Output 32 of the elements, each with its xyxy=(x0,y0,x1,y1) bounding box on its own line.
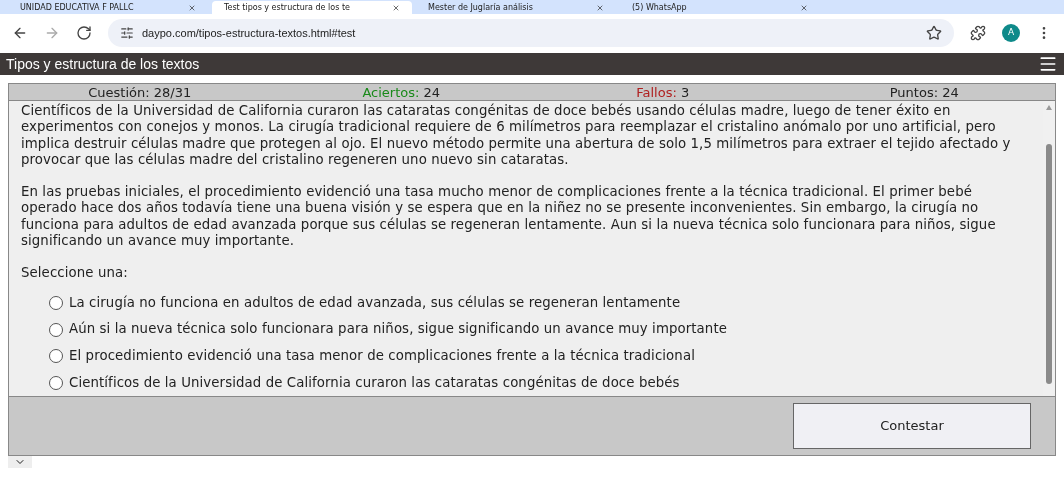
answer-option[interactable]: La cirugía no funciona en adultos de edad avanzada, sus células se regeneran lentamente xyxy=(21,289,681,317)
answer-option[interactable]: Científicos de la Universidad de California curaron las cataratas congénitas de doce bebés xyxy=(21,369,680,396)
radio-button[interactable] xyxy=(49,349,63,364)
close-icon[interactable] xyxy=(392,3,400,12)
menu-icon[interactable] xyxy=(1038,54,1058,74)
back-icon[interactable] xyxy=(12,25,28,41)
site-settings-icon[interactable] xyxy=(120,26,134,40)
score-stat: Fallos: 3 xyxy=(635,84,691,101)
answer-option[interactable]: El procedimiento evidenció una tasa menor de complicaciones frente a la técnica tradicional xyxy=(21,342,695,370)
score-stat: Cuestión: 28/31 xyxy=(87,84,193,101)
submit-button[interactable]: Contestar xyxy=(793,403,1031,449)
extensions-icon[interactable] xyxy=(970,25,986,41)
reload-icon[interactable] xyxy=(76,25,92,41)
answer-option[interactable]: Aún si la nueva técnica solo funcionara para niños, sigue significando un avance muy importante xyxy=(21,316,727,343)
radio-button[interactable] xyxy=(49,295,63,310)
close-icon[interactable] xyxy=(800,3,808,12)
close-icon[interactable] xyxy=(596,3,604,12)
close-icon[interactable] xyxy=(188,3,196,12)
question-paragraph: En las pruebas iniciales, el procedimiento evidenció una tasa mucho menor de complicaciones frente a la técnica tradicional. El primer bebé operado hace dos años todavía tiene una buena visión y se espera que en la niñez no se presente inconvenientes. Sin embargo, la cirugía no funciona para adultos de edad avanzada porque sus células se regeneran lentamente. Aun si la nueva técnica solo funcionara para niños, sigue significando un avance muy importante. xyxy=(21,184,997,250)
collapse-tab[interactable] xyxy=(8,456,32,468)
select-prompt: Seleccione una: xyxy=(21,265,129,282)
score-stat: Aciertos: 24 xyxy=(361,84,442,101)
profile-avatar[interactable]: A xyxy=(1002,24,1020,42)
url-text: daypo.com/tipos-estructura-textos.html#test xyxy=(142,25,357,41)
address-bar[interactable]: daypo.com/tipos-estructura-textos.html#test xyxy=(108,19,954,47)
radio-button[interactable] xyxy=(49,375,63,390)
browser-tab[interactable]: Test tipos y estructura de los te xyxy=(212,1,412,14)
bookmark-star-icon[interactable] xyxy=(926,25,942,41)
score-stat: Puntos: 24 xyxy=(888,84,960,101)
page-title: Tipos y estructura de los textos xyxy=(6,54,200,74)
radio-button[interactable] xyxy=(49,322,63,337)
question-paragraph: Científicos de la Universidad de California curaron las cataratas congénitas de doce bebés usando células madre, luego de tener éxito en experimentos con conejos y monos. La cirugía tradicional requiere de 6 milímetros para reemplazar el cristalino anómalo por uno artificial, pero implica destruir células madre que protegen al ojo. El nuevo método permite una abertura de solo 1,5 milímetros para extraer el tejido afectado y provocar que las células madre del cristalino regeneren uno nuevo sin cataratas. xyxy=(21,103,1012,169)
